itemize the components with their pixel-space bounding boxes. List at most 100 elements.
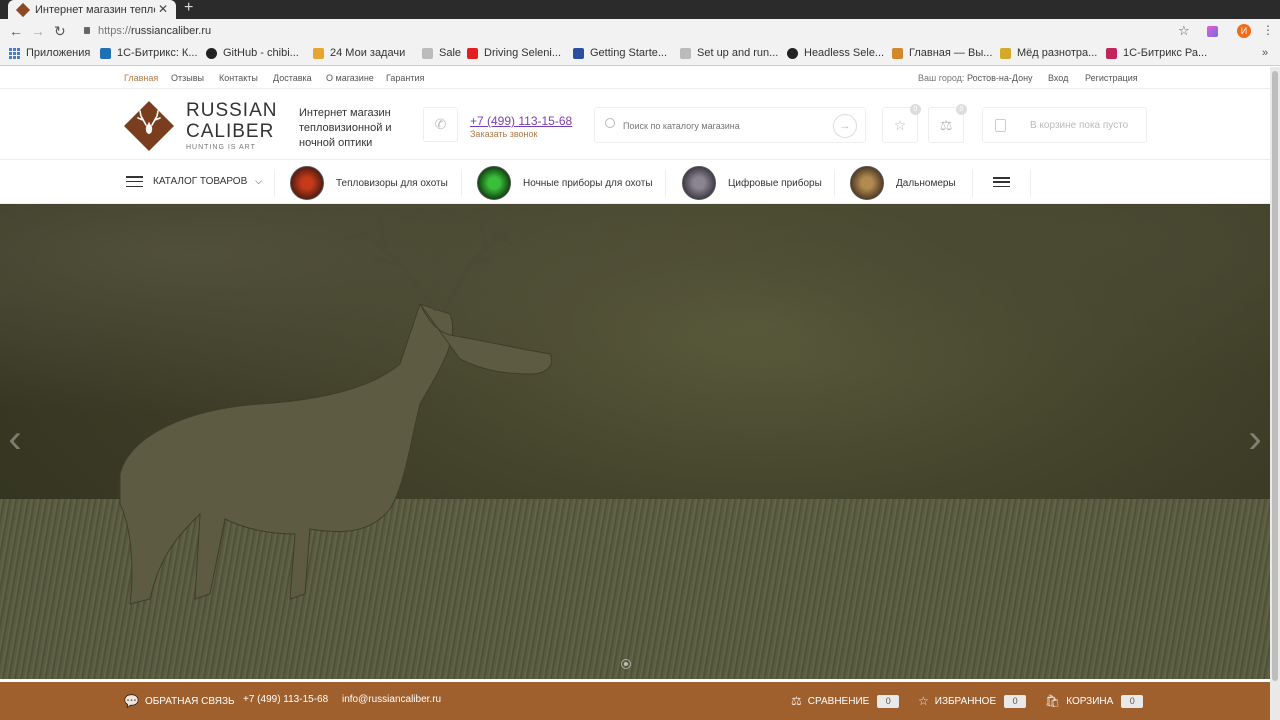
search-input[interactable]	[623, 117, 823, 135]
nav-divider	[834, 169, 835, 197]
nav-item-digital[interactable]: Цифровые приборы	[682, 166, 822, 200]
deer-image	[119, 217, 553, 605]
site-header: RUSSIAN CALIBER HUNTING IS ART Интернет …	[0, 90, 1270, 160]
slider-next-arrow-icon[interactable]: ›	[1240, 414, 1270, 464]
footer-email-link[interactable]: info@russiancaliber.ru	[342, 694, 441, 705]
extension-icon[interactable]	[1207, 26, 1218, 37]
bookmark-label: GitHub - chibi...	[223, 47, 299, 59]
forward-arrow-icon[interactable]: →	[31, 23, 45, 39]
bookmark-item[interactable]: Главная — Вы...	[892, 47, 992, 59]
main-nav: КАТАЛОГ ТОВАРОВ ⌵ Тепловизоры для охоты …	[0, 161, 1270, 204]
footer-phone-link[interactable]: +7 (499) 113-15-68	[243, 694, 328, 705]
url-scheme: https://	[98, 25, 132, 37]
compare-button[interactable]: ⚖ 0	[928, 104, 967, 143]
header-phone-link[interactable]: +7 (499) 113-15-68	[470, 114, 572, 128]
bookmark-item[interactable]: Getting Starte...	[573, 47, 667, 59]
slider-prev-arrow-icon[interactable]: ‹	[0, 414, 30, 464]
feedback-label: ОБРАТНАЯ СВЯЗЬ	[144, 695, 235, 707]
digital-thumb-icon	[682, 166, 716, 200]
slider-pagination-dot[interactable]	[621, 659, 631, 669]
toplink-reviews[interactable]: Отзывы	[171, 73, 204, 83]
footer-compare-button[interactable]: ⚖ СРАВНЕНИЕ 0	[791, 694, 900, 708]
toplink-contacts[interactable]: Контакты	[219, 73, 258, 83]
city-selector[interactable]: Ростов-на-Дону	[967, 73, 1033, 83]
page-scrollbar[interactable]	[1270, 67, 1280, 720]
nav-divider	[665, 169, 666, 197]
search-submit-arrow-icon[interactable]: →	[833, 114, 857, 138]
browser-tab[interactable]: Интернет магазин тепло ✕	[8, 0, 176, 19]
url-host: russiancaliber.ru	[131, 25, 212, 37]
bookmark-label: Getting Starte...	[590, 47, 668, 59]
bookmark-item[interactable]: Sale	[422, 47, 461, 59]
tab-close-icon[interactable]: ✕	[158, 2, 168, 16]
browser-toolbar: ← → ↻ https://russiancaliber.ru ☆ И ⋮	[0, 19, 1280, 44]
youtube-icon	[467, 47, 478, 59]
toplink-home[interactable]: Главная	[124, 73, 158, 83]
bookmark-label: Мёд разнотра...	[1017, 47, 1098, 59]
feedback-button[interactable]: 💬 ОБРАТНАЯ СВЯЗЬ	[124, 694, 235, 708]
bookmarks-overflow-icon[interactable]: »	[1262, 47, 1268, 59]
honey-icon	[1000, 47, 1011, 59]
nav-item-thermal[interactable]: Тепловизоры для охоты	[290, 166, 448, 200]
star-icon: ☆	[893, 117, 907, 133]
address-bar[interactable]: https://russiancaliber.ru	[98, 25, 211, 37]
bookmark-label: Приложения	[26, 47, 91, 59]
footer-cart-button[interactable]: 🛍 КОРЗИНА 0	[1045, 694, 1144, 708]
star-icon: ☆	[918, 694, 929, 708]
store-tagline: Интернет магазин тепловизионной и ночной…	[299, 107, 392, 149]
favorites-count-badge: 0	[910, 104, 921, 115]
bookmark-item[interactable]: Set up and run...	[680, 47, 778, 59]
shopping-bag-icon: 🛍	[1045, 694, 1061, 708]
shopping-bag-icon	[995, 119, 1006, 132]
logo-deer-icon[interactable]	[124, 101, 174, 151]
nav-item-label: Цифровые приборы	[728, 177, 822, 189]
phone-icon: ✆	[423, 107, 458, 142]
cart-count-badge: 0	[1121, 694, 1144, 708]
footer-favorites-button[interactable]: ☆ ИЗБРАННОЕ 0	[918, 694, 1027, 708]
scales-icon: ⚖	[939, 117, 953, 133]
browser-menu-icon[interactable]: ⋮	[1262, 23, 1274, 37]
browser-tabstrip: Интернет магазин тепло ✕ +	[0, 0, 1280, 19]
bookmark-label: Driving Seleni...	[484, 47, 562, 59]
new-tab-button[interactable]: +	[184, 0, 193, 17]
reload-icon[interactable]: ↻	[54, 23, 66, 40]
favorites-label: ИЗБРАННОЕ	[934, 695, 997, 707]
logo-line-2: CALIBER	[186, 121, 275, 142]
top-links-bar: Главная Отзывы Контакты Доставка О магаз…	[0, 67, 1270, 89]
cart-button[interactable]: В корзине пока пусто	[982, 107, 1147, 143]
profile-avatar[interactable]: И	[1237, 24, 1251, 38]
compare-count-badge: 0	[877, 694, 900, 708]
register-link[interactable]: Регистрация	[1085, 73, 1138, 83]
back-arrow-icon[interactable]: ←	[9, 23, 23, 39]
logo-text[interactable]: RUSSIAN CALIBER HUNTING IS ART	[186, 100, 277, 151]
compare-label: СРАВНЕНИЕ	[807, 695, 870, 707]
city-label: Ваш город:	[918, 73, 965, 83]
login-link[interactable]: Вход	[1048, 73, 1068, 83]
nav-item-night-vision[interactable]: Ночные приборы для охоты	[477, 166, 653, 200]
bookmark-item[interactable]: Мёд разнотра...	[1000, 47, 1097, 59]
bookmark-item[interactable]: 1С-Битрикс Ра...	[1106, 47, 1207, 59]
bitrix-red-icon	[1106, 47, 1117, 59]
site-icon	[892, 47, 903, 59]
callback-link[interactable]: Заказать звонок	[470, 129, 537, 139]
toplink-about[interactable]: О магазине	[326, 73, 374, 83]
more-menu-icon[interactable]	[993, 177, 1010, 187]
hero-slider[interactable]: ‹ ›	[0, 204, 1270, 679]
bookmark-star-icon[interactable]: ☆	[1178, 23, 1190, 39]
nav-divider	[972, 169, 973, 197]
favorites-button[interactable]: ☆ 0	[882, 104, 921, 143]
bookmark-item[interactable]: Приложения	[9, 47, 90, 59]
catalog-menu-button[interactable]: КАТАЛОГ ТОВАРОВ ⌵	[126, 176, 262, 187]
thermal-thumb-icon	[290, 166, 324, 200]
bookmark-item[interactable]: 24 Мои задачи	[313, 47, 405, 59]
bookmark-item[interactable]: 1С-Битрикс: К...	[100, 47, 198, 59]
nav-item-rangefinders[interactable]: Дальномеры	[850, 166, 956, 200]
toplink-delivery[interactable]: Доставка	[273, 73, 312, 83]
github-icon	[206, 47, 217, 59]
bitrix24-icon	[313, 47, 324, 59]
bookmark-item[interactable]: Driving Seleni...	[467, 47, 561, 59]
toplink-warranty[interactable]: Гарантия	[386, 73, 424, 83]
bookmark-item[interactable]: GitHub - chibi...	[206, 47, 299, 59]
scrollbar-thumb[interactable]	[1272, 71, 1278, 681]
bookmark-item[interactable]: Headless Sele...	[787, 47, 884, 59]
